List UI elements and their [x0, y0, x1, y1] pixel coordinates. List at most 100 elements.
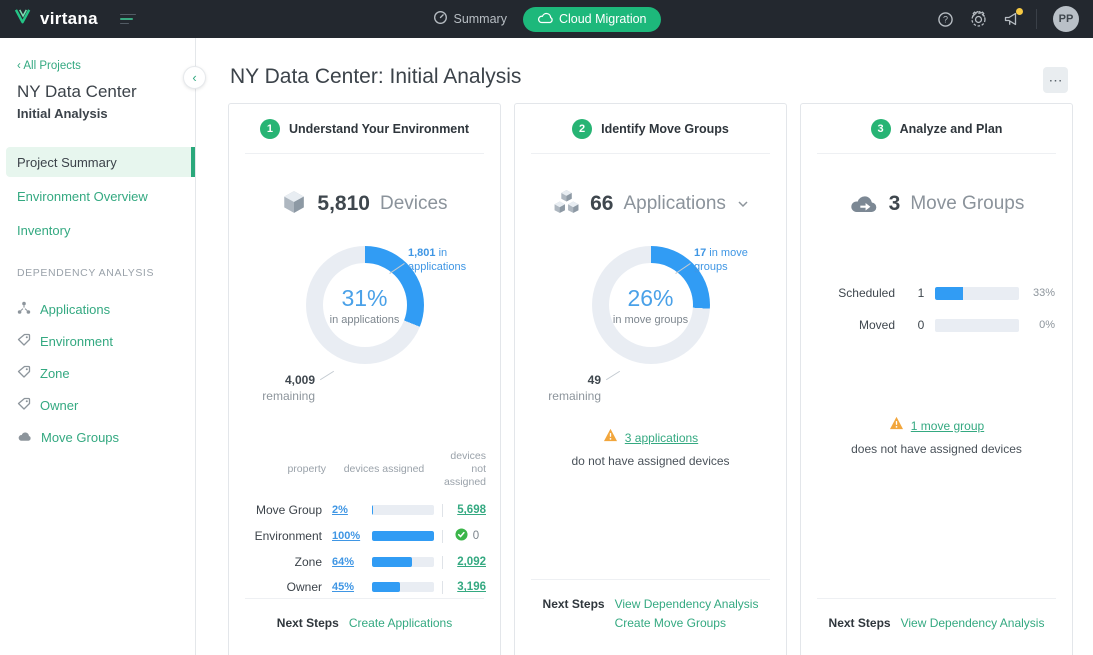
network-icon: [17, 301, 31, 318]
not-assigned-link[interactable]: 2,092: [448, 556, 486, 568]
sidebar-item-project-summary[interactable]: Project Summary: [6, 147, 195, 177]
card-identify-move-groups: 2 Identify Move Groups 66 Applications 2…: [514, 103, 787, 655]
gauge-icon: [432, 10, 447, 28]
virtana-logo-icon: [14, 8, 33, 30]
sidebar: ‹ All Projects NY Data Center Initial An…: [0, 38, 196, 655]
sidebar-item-inventory[interactable]: Inventory: [0, 215, 195, 245]
donut-center-label: in applications: [329, 313, 400, 326]
move-group-warning-link[interactable]: 1 move group: [911, 419, 984, 433]
sidebar-item-environment-overview[interactable]: Environment Overview: [0, 181, 195, 211]
tag-icon: [17, 365, 31, 382]
settings-gear-icon[interactable]: [970, 10, 987, 28]
scheduled-bar: [935, 286, 1019, 300]
sidebar-item-move-groups[interactable]: Move Groups: [0, 421, 195, 453]
next-steps-label: Next Steps: [276, 616, 339, 630]
table-divider: [441, 555, 443, 569]
donut-percent: 31%: [341, 284, 388, 311]
bar-percent: 33%: [1032, 287, 1055, 299]
devices-donut-chart: 31% in applications 1,801 in application…: [245, 238, 484, 408]
help-icon[interactable]: ?: [937, 11, 954, 28]
svg-text:?: ?: [943, 14, 948, 24]
applications-label: Applications: [623, 193, 726, 214]
next-steps-label: Next Steps: [828, 616, 891, 630]
chevron-down-icon: [738, 200, 748, 208]
applications-count: 66: [590, 192, 614, 215]
donut-ring: 26% in move groups: [591, 246, 710, 364]
view-dependency-analysis-link[interactable]: View Dependency Analysis: [615, 597, 759, 611]
col-header-property: property: [287, 463, 326, 476]
assigned-bar: [372, 557, 434, 568]
announcements-megaphone-icon[interactable]: [1003, 8, 1023, 27]
notification-dot: [1016, 8, 1023, 15]
applications-dropdown[interactable]: 66 Applications: [531, 184, 770, 224]
warning-text: does not have assigned devices: [851, 442, 1022, 456]
cloud-icon: [17, 430, 32, 445]
move-group-warning: 1 move group does not have assigned devi…: [817, 416, 1056, 456]
view-dependency-analysis-link[interactable]: View Dependency Analysis: [901, 616, 1045, 630]
bar-label: Scheduled: [838, 286, 895, 300]
not-assigned-link[interactable]: 3,196: [448, 581, 486, 593]
assigned-percent-link[interactable]: 2%: [332, 504, 372, 516]
in-applications-callout: 1,801 in applications: [408, 247, 467, 274]
devices-count: 5,810: [317, 192, 370, 215]
project-subtitle: Initial Analysis: [17, 106, 108, 121]
card-title: Understand Your Environment: [288, 121, 470, 136]
bar-percent: 0%: [1039, 319, 1055, 331]
create-move-groups-link[interactable]: Create Move Groups: [615, 616, 759, 630]
sidebar-item-applications[interactable]: Applications: [0, 293, 195, 325]
property-assignment-table: property devices assigned devices not as…: [245, 450, 486, 595]
more-options-button[interactable]: ⋯: [1043, 67, 1068, 93]
main-content: NY Data Center: Initial Analysis ⋯ 1 Und…: [197, 38, 1093, 655]
assigned-percent-link[interactable]: 45%: [332, 581, 372, 593]
user-avatar[interactable]: PP: [1053, 6, 1079, 32]
menu-icon[interactable]: [119, 13, 136, 25]
card-understand-environment: 1 Understand Your Environment 5,810 Devi…: [228, 103, 501, 655]
row-label: Zone: [294, 555, 322, 570]
table-divider: [441, 503, 443, 517]
row-label: Environment: [254, 529, 322, 544]
assigned-percent-link[interactable]: 100%: [332, 530, 372, 542]
sidebar-item-environment[interactable]: Environment: [0, 325, 195, 357]
virtana-logo[interactable]: virtana: [14, 8, 98, 30]
move-groups-label: Move Groups: [910, 193, 1025, 214]
sidebar-collapse-button[interactable]: ‹: [183, 66, 206, 89]
nav-cloud-migration[interactable]: Cloud Migration: [522, 6, 661, 32]
all-projects-back-link[interactable]: ‹ All Projects: [17, 60, 195, 72]
project-title: NY Data Center: [17, 82, 137, 101]
card-title: Analyze and Plan: [899, 121, 1003, 136]
row-label: Owner: [286, 580, 322, 595]
move-group-progress-bars: Scheduled 1 33% Moved 0 0%: [817, 286, 1056, 332]
nav-summary[interactable]: Summary: [432, 10, 507, 28]
not-assigned-link[interactable]: 5,698: [448, 504, 486, 516]
assigned-percent-link[interactable]: 64%: [332, 556, 372, 568]
assigned-bar: [372, 531, 434, 542]
assigned-bar: [372, 582, 434, 593]
remaining-callout: 49 remaining: [548, 372, 601, 403]
sidebar-item-zone[interactable]: Zone: [0, 357, 195, 389]
table-divider: [441, 580, 443, 594]
bar-label: Moved: [858, 318, 895, 332]
sidebar-item-owner[interactable]: Owner: [0, 389, 195, 421]
row-label: Move Group: [255, 503, 322, 518]
topbar-divider: [1036, 9, 1037, 29]
tag-icon: [17, 333, 31, 350]
nav-summary-label: Summary: [453, 12, 507, 26]
complete-value: 0: [448, 528, 486, 544]
devices-label: Devices: [379, 193, 448, 214]
step-badge: 3: [870, 118, 891, 139]
cloud-icon: [537, 11, 553, 28]
bar-count: 1: [917, 286, 925, 300]
cloud-arrow-icon: [849, 191, 879, 218]
applications-warning-link[interactable]: 3 applications: [625, 431, 698, 445]
tag-icon: [17, 397, 31, 414]
nav-cloud-migration-label: Cloud Migration: [558, 12, 647, 26]
col-header-devices-not-assigned: devices not assigned: [443, 450, 486, 489]
page-title: NY Data Center: Initial Analysis: [230, 65, 522, 88]
col-header-devices-assigned: devices assigned: [343, 463, 425, 476]
create-applications-link[interactable]: Create Applications: [349, 616, 452, 630]
cubes-icon: [553, 189, 580, 219]
dependency-analysis-section-label: DEPENDENCY ANALYSIS: [17, 267, 155, 279]
moved-bar: [935, 318, 1019, 332]
callout-leader-line: [319, 370, 335, 381]
donut-center-label: in move groups: [612, 313, 689, 326]
